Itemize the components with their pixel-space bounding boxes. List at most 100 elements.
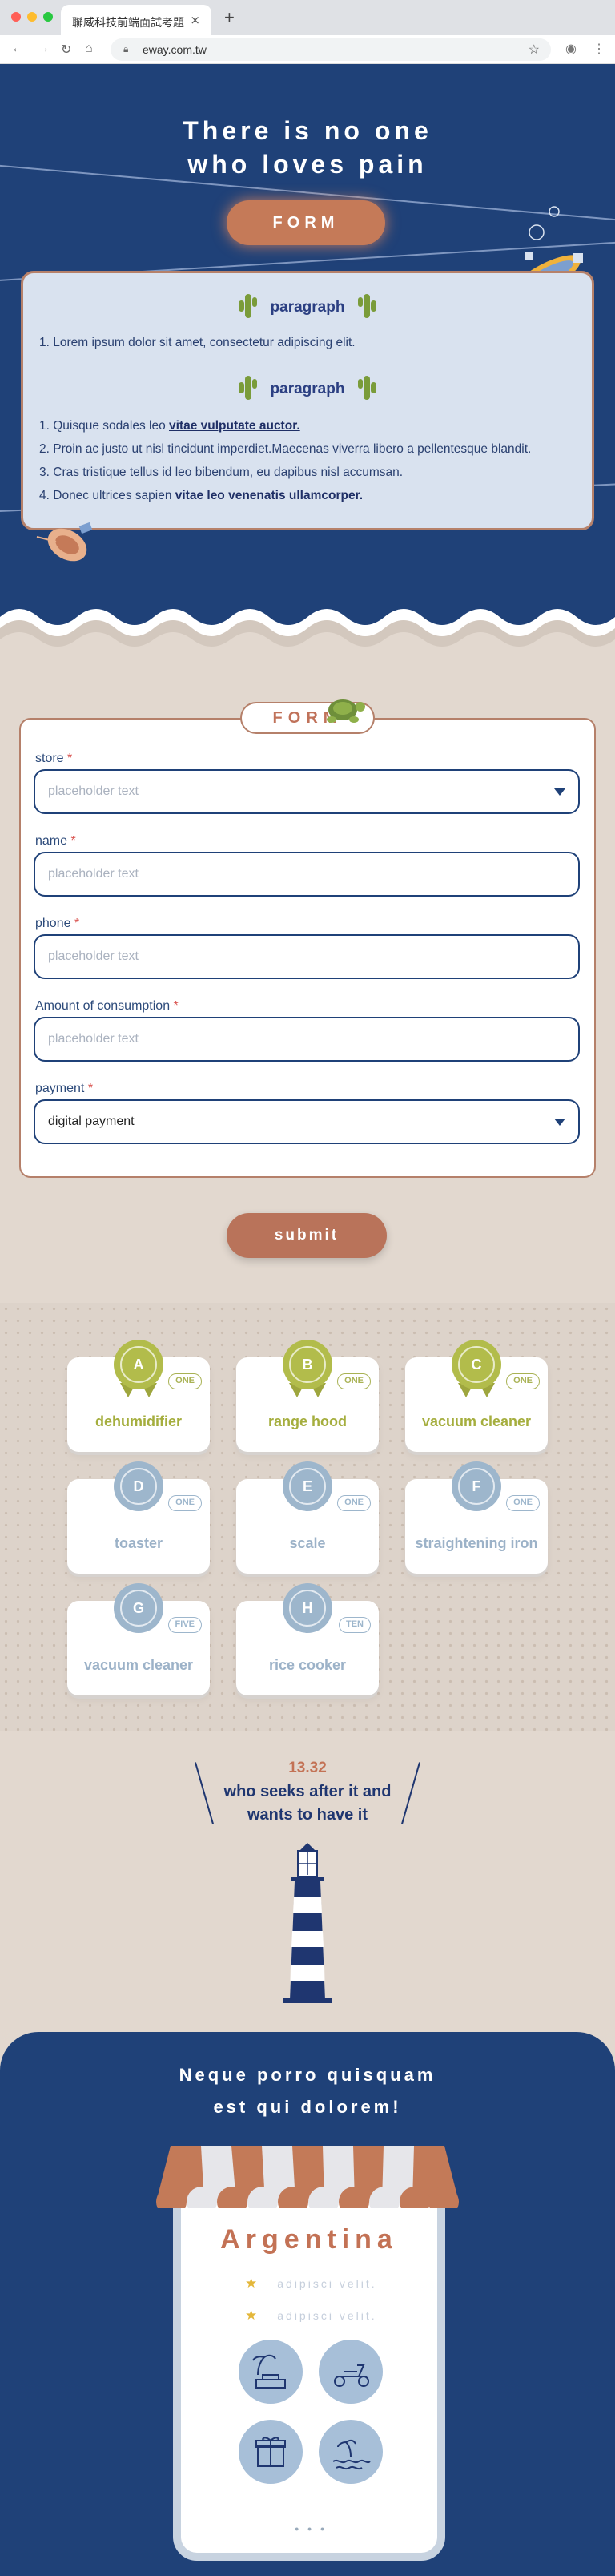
beach-house-icon[interactable] (239, 2340, 303, 2404)
profile-icon[interactable]: ◉ (565, 41, 577, 57)
medal-icon: D (114, 1461, 163, 1511)
medal-letter: H (289, 1590, 326, 1627)
required-mark: * (74, 917, 80, 930)
form-button[interactable]: FORM (227, 200, 385, 245)
list-item: 3. Cras tristique tellus id leo bibendum… (39, 466, 584, 489)
prize-section: A ONE dehumidifier B ONE range hood C ON… (0, 1303, 615, 1731)
shop-card: Argentina ★ adipisci velit. ★ adipisci vel… (173, 2160, 445, 2561)
medal-icon: B (283, 1340, 332, 1389)
submit-button[interactable]: submit (227, 1213, 387, 1258)
new-tab-icon[interactable]: + (224, 7, 235, 28)
name-input[interactable]: placeholder text (34, 852, 580, 897)
field-label-payment: payment * (35, 1082, 93, 1096)
amount-input[interactable]: placeholder text (34, 1017, 580, 1062)
medal-letter: B (289, 1346, 326, 1383)
scooter-icon[interactable] (319, 2340, 383, 2404)
hero-title-line1: There is no one (183, 116, 432, 145)
island-icon[interactable] (319, 2420, 383, 2484)
star-icon: ★ (245, 2308, 260, 2323)
gift-box-icon[interactable] (239, 2420, 303, 2484)
reload-icon[interactable]: ↻ (61, 42, 71, 58)
required-mark: * (70, 834, 76, 848)
medal-icon: G (114, 1583, 163, 1633)
prize-name: straightening iron (415, 1535, 538, 1551)
list-text: Quisque sodales leo (53, 419, 170, 433)
placeholder-text: placeholder text (48, 949, 139, 963)
medal-letter: A (120, 1346, 157, 1383)
browser-tab[interactable]: 聯威科技前端面試考題 × (61, 5, 211, 35)
lock-icon: 🔒︎ (123, 43, 129, 54)
bottom-section: Neque porro quisquam est qui dolorem! Ar… (0, 2032, 615, 2576)
home-icon[interactable]: ⌂ (85, 42, 93, 56)
tab-title: 聯威科技前端面試考題 (72, 17, 184, 30)
quantity-badge: FIVE (167, 1617, 202, 1633)
back-arrow-icon[interactable]: ← (11, 42, 24, 56)
list-text: Lorem ipsum dolor sit amet, consectetur … (53, 336, 356, 349)
payment-select[interactable]: digital payment (34, 1099, 580, 1144)
list-text: Cras tristique tellus id leo bibendum, e… (53, 466, 404, 479)
field-label-amount: Amount of consumption * (35, 999, 179, 1014)
selected-value: digital payment (48, 1115, 135, 1128)
prize-card: B ONE range hood (236, 1340, 379, 1452)
wave-divider (0, 609, 615, 649)
quantity-badge: ONE (337, 1495, 371, 1511)
turtle-icon (327, 699, 365, 723)
medal-icon: F (452, 1461, 501, 1511)
star-icon: ★ (245, 2276, 260, 2291)
hero-title-line2: who loves pain (187, 150, 428, 179)
tab-close-icon[interactable]: × (190, 13, 200, 27)
cactus-icon (357, 292, 378, 323)
paragraph-list-1: 1. Lorem ipsum dolor sit amet, consectet… (39, 336, 584, 359)
menu-dots-icon[interactable]: ⋮ (593, 41, 605, 57)
quantity-badge: ONE (337, 1373, 371, 1389)
label-text: store (35, 752, 64, 765)
url-field[interactable]: 🔒︎ eway.com.tw ☆ (111, 38, 551, 61)
carousel-pager[interactable]: ● ● ● (295, 2525, 328, 2533)
list-text: Donec ultrices sapien (53, 489, 175, 502)
bottom-title: Neque porro quisquam est qui dolorem! (0, 2059, 615, 2123)
placeholder-text: placeholder text (48, 784, 139, 798)
cactus-icon (237, 374, 258, 405)
feature-item: ★ adipisci velit. (245, 2276, 377, 2292)
field-label-phone: phone * (35, 917, 79, 931)
required-mark: * (67, 752, 73, 765)
prize-card: A ONE dehumidifier (67, 1340, 210, 1452)
store-select[interactable]: placeholder text (34, 769, 580, 814)
quantity-badge: ONE (168, 1373, 202, 1389)
list-number: 1. (39, 419, 50, 433)
quote-text: who seeks after it and wants to have it (0, 1780, 615, 1827)
bottom-title-line1: Neque porro quisquam (179, 2065, 436, 2085)
bottom-title-line2: est qui dolorem! (213, 2097, 402, 2117)
cactus-icon (237, 292, 258, 323)
quantity-badge: TEN (339, 1617, 371, 1633)
prize-card: H TEN rice cooker (236, 1583, 379, 1695)
shell-illustration (36, 522, 93, 562)
minimize-window-icon[interactable] (27, 12, 37, 22)
paragraph-heading-text: paragraph (270, 381, 345, 398)
shop-awning (156, 2146, 459, 2208)
prize-name: scale (289, 1535, 326, 1551)
medal-letter: D (120, 1468, 157, 1505)
close-window-icon[interactable] (11, 12, 21, 22)
phone-input[interactable]: placeholder text (34, 934, 580, 979)
label-text: Amount of consumption (35, 999, 171, 1013)
list-bold-text: vitae leo venenatis ullamcorper. (175, 489, 364, 502)
forward-arrow-icon[interactable]: → (37, 42, 50, 56)
label-text: phone (35, 917, 71, 930)
browser-tabbar: 聯威科技前端面試考題 × + (0, 0, 615, 35)
prize-name: dehumidifier (94, 1413, 182, 1429)
chevron-down-icon (554, 1119, 565, 1126)
list-item: 1. Quisque sodales leo vitae vulputate a… (39, 419, 584, 442)
feature-text: adipisci velit. (277, 2277, 377, 2290)
url-text: eway.com.tw (143, 43, 207, 56)
bookmark-star-icon[interactable]: ☆ (529, 42, 540, 58)
medal-letter: F (458, 1468, 495, 1505)
medal-letter: E (289, 1468, 326, 1505)
paragraph-list-2: 1. Quisque sodales leo vitae vulputate a… (39, 419, 584, 512)
hero-title: There is no one who loves pain (0, 114, 615, 181)
page: 聯威科技前端面試考題 × + ← → ↻ ⌂ 🔒︎ eway.com.tw ☆ … (0, 0, 615, 2576)
list-link[interactable]: vitae vulputate auctor. (169, 419, 300, 433)
paragraph-heading-2: paragraph (23, 374, 592, 405)
quote-line1: who seeks after it and (223, 1783, 392, 1800)
maximize-window-icon[interactable] (43, 12, 53, 22)
